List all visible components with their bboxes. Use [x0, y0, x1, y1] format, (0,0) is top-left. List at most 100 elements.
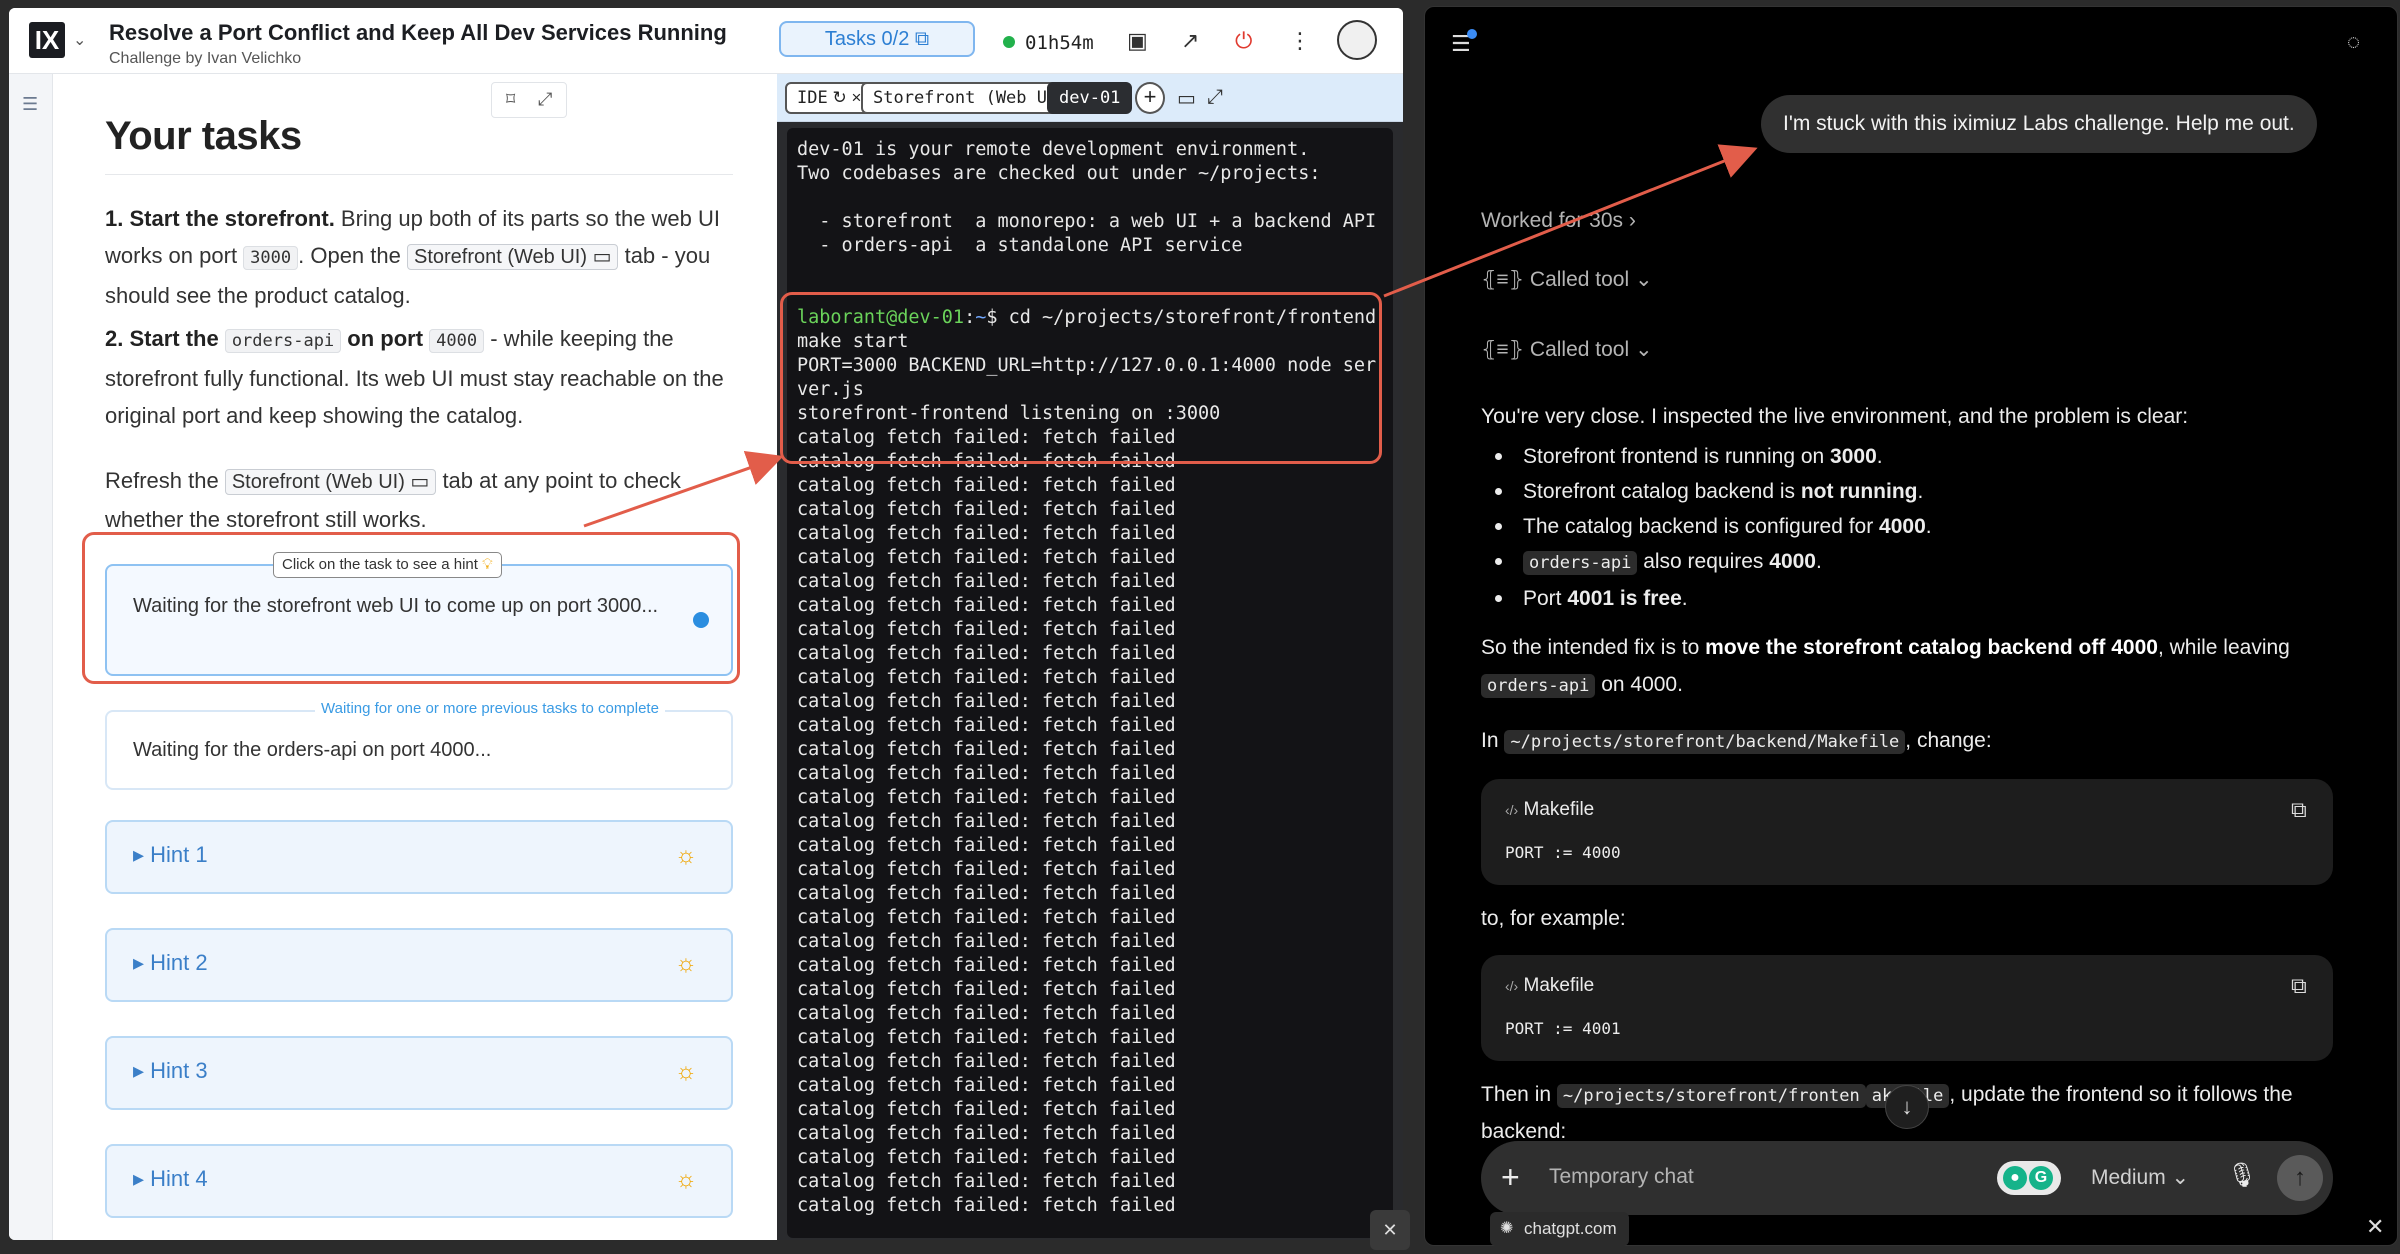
- hint-label: ▸ Hint 2: [133, 950, 208, 975]
- chat-input[interactable]: [1549, 1165, 1969, 1189]
- grammarly-icon[interactable]: ● G: [1997, 1161, 2061, 1195]
- terminal-error-line: catalog fetch failed: fetch failed: [797, 691, 1176, 712]
- hint-2[interactable]: ▸ Hint 2 ☼: [105, 928, 733, 1002]
- chat-window: ☰ ◌ I'm stuck with this iximiuz Labs cha…: [1424, 6, 2398, 1246]
- bookmark-icon[interactable]: ⌑: [506, 89, 515, 110]
- to-example-text: to, for example:: [1481, 907, 1626, 930]
- new-tab-button[interactable]: +: [1135, 82, 1165, 114]
- list-item: Storefront frontend is running on 3000.: [1481, 439, 2361, 474]
- workspace-tabs: IDE ↻ × Storefront (Web UI) ↻ × dev-01 +…: [777, 74, 1403, 122]
- text-bold: 4001 is free: [1567, 587, 1682, 610]
- terminal-error-line: catalog fetch failed: fetch failed: [797, 1027, 1176, 1048]
- task-2-description: 2. Start the orders-api on port 4000 - w…: [105, 320, 745, 434]
- task-1-card[interactable]: Waiting for the storefront web UI to com…: [105, 564, 733, 676]
- copy-icon[interactable]: ⧉: [2291, 973, 2307, 999]
- code-icon: ‹/›: [1505, 978, 1519, 994]
- plus-icon[interactable]: +: [1501, 1159, 1520, 1195]
- text: .: [1681, 587, 1688, 610]
- task-2-status: Waiting for the orders-api on port 4000.…: [133, 739, 492, 761]
- code-language: ‹/› Makefile: [1505, 799, 1594, 821]
- tasks-progress-button[interactable]: Tasks 0/2 ⧉: [779, 21, 975, 57]
- text: .: [1917, 480, 1924, 503]
- tasks-progress-label: Tasks 0/2: [824, 28, 910, 50]
- temporary-chat-icon[interactable]: ◌: [2347, 29, 2360, 55]
- port-chip: 4000: [429, 329, 485, 353]
- terminal-line: PORT=3000 BACKEND_URL=http://127.0.0.1:4…: [797, 355, 1377, 376]
- hint-3[interactable]: ▸ Hint 3 ☼: [105, 1036, 733, 1110]
- hint-label: ▸ Hint 1: [133, 842, 208, 867]
- called-tool-toggle[interactable]: ⦃≡⦄ Called tool ⌄: [1481, 267, 1653, 292]
- terminal-error-line: catalog fetch failed: fetch failed: [797, 1003, 1176, 1024]
- site-chip[interactable]: ✺ chatgpt.com: [1490, 1212, 1629, 1246]
- expand-icon[interactable]: ⤢: [538, 89, 552, 110]
- close-icon[interactable]: ✕: [1370, 1210, 1410, 1250]
- code-content: PORT := 4000: [1505, 843, 1621, 862]
- inline-code: ~/projects/storefront/backend/Makefile: [1504, 730, 1906, 754]
- called-tool-label: Called tool: [1529, 268, 1630, 291]
- task-1-title: 1. Start the storefront.: [105, 206, 335, 231]
- model-select[interactable]: Medium ⌄: [2091, 1165, 2189, 1190]
- terminal[interactable]: dev-01 is your remote development enviro…: [787, 128, 1393, 1238]
- text-bold: not running: [1800, 480, 1918, 503]
- terminal-error-line: catalog fetch failed: fetch failed: [797, 883, 1176, 904]
- terminal-icon[interactable]: ▣: [1127, 30, 1148, 52]
- refresh-note: Refresh the Storefront (Web UI) ▭ tab at…: [105, 462, 745, 538]
- more-vertical-icon[interactable]: ⋮: [1289, 30, 1311, 52]
- lightbulb-icon: 💡︎: [482, 556, 493, 573]
- hint-4[interactable]: ▸ Hint 4 ☼: [105, 1144, 733, 1218]
- workspace-pane: IDE ↻ × Storefront (Web UI) ↻ × dev-01 +…: [777, 74, 1403, 1240]
- scroll-down-button[interactable]: ↓: [1885, 1085, 1929, 1129]
- hint-label: ▸ Hint 4: [133, 1166, 208, 1191]
- hint-1[interactable]: ▸ Hint 1 ☼: [105, 820, 733, 894]
- text: . Open the: [298, 243, 407, 268]
- terminal-line: ver.js: [797, 379, 864, 400]
- called-tool-toggle[interactable]: ⦃≡⦄ Called tool ⌄: [1481, 337, 1653, 362]
- terminal-line: - storefront a monorepo: a web UI + a ba…: [797, 211, 1377, 232]
- list-item: Port 4001 is free.: [1481, 581, 2361, 616]
- top-bar: IX ⌄ Resolve a Port Conflict and Keep Al…: [9, 8, 1403, 74]
- terminal-error-line: catalog fetch failed: fetch failed: [797, 1051, 1176, 1072]
- terminal-error-line: catalog fetch failed: fetch failed: [797, 1195, 1176, 1216]
- tab-dev-01[interactable]: dev-01: [1047, 82, 1133, 114]
- terminal-error-line: catalog fetch failed: fetch failed: [797, 835, 1176, 856]
- storefront-tab-link[interactable]: Storefront (Web UI) ▭: [224, 469, 437, 495]
- task-2-card[interactable]: Waiting for the orders-api on port 4000.…: [105, 710, 733, 790]
- terminal-error-line: catalog fetch failed: fetch failed: [797, 1099, 1176, 1120]
- text-bold: 4000: [1769, 550, 1816, 573]
- terminal-error-line: catalog fetch failed: fetch failed: [797, 1171, 1176, 1192]
- terminal-error-line: catalog fetch failed: fetch failed: [797, 1123, 1176, 1144]
- terminal-error-line: catalog fetch failed: fetch failed: [797, 931, 1176, 952]
- tasks-pane: ⌑ ⤢ Your tasks 1. Start the storefront. …: [53, 74, 777, 1240]
- copy-icon[interactable]: ⧉: [2291, 797, 2307, 823]
- text: Refresh the: [105, 468, 225, 493]
- terminal-line: - orders-api a standalone API service: [797, 235, 1243, 256]
- menu-icon[interactable]: ☰: [22, 94, 38, 115]
- send-button[interactable]: ↑: [2277, 1155, 2323, 1201]
- worked-for-toggle[interactable]: Worked for 30s ›: [1481, 209, 1636, 233]
- user-message: I'm stuck with this iximiuz Labs challen…: [1761, 95, 2317, 153]
- external-link-icon[interactable]: ↗: [1181, 30, 1199, 52]
- code-icon: ‹/›: [1505, 802, 1519, 818]
- tool-icon: ⦃≡⦄: [1481, 268, 1525, 291]
- lightbulb-icon: ☼: [675, 1058, 697, 1085]
- expand-icon[interactable]: ⤢: [1207, 86, 1223, 109]
- grammarly-g: G: [2029, 1166, 2053, 1190]
- close-icon[interactable]: ×: [851, 88, 861, 107]
- storefront-tab-link[interactable]: Storefront (Web UI) ▭: [406, 244, 619, 270]
- text: In: [1481, 729, 1505, 752]
- power-icon[interactable]: ⏻: [1235, 30, 1252, 52]
- chevron-down-icon: ⌄: [1635, 338, 1653, 361]
- close-icon[interactable]: ✕: [2366, 1214, 2384, 1240]
- avatar[interactable]: [1337, 20, 1377, 60]
- chevron-down-icon[interactable]: ⌄: [73, 30, 86, 50]
- ix-logo[interactable]: IX: [29, 22, 65, 58]
- terminal-error-line: catalog fetch failed: fetch failed: [797, 475, 1176, 496]
- refresh-icon[interactable]: ↻: [832, 88, 846, 107]
- code-block: ‹/› Makefile PORT := 4001 ⧉: [1481, 955, 2333, 1061]
- pane-tools: ⌑ ⤢: [491, 82, 567, 118]
- list-item: The catalog backend is configured for 40…: [1481, 509, 2361, 544]
- window-icon[interactable]: ▭: [1177, 86, 1196, 111]
- microphone-icon[interactable]: 🎙︎: [2227, 1161, 2257, 1190]
- challenge-title: Resolve a Port Conflict and Keep All Dev…: [109, 20, 727, 45]
- terminal-error-line: catalog fetch failed: fetch failed: [797, 643, 1176, 664]
